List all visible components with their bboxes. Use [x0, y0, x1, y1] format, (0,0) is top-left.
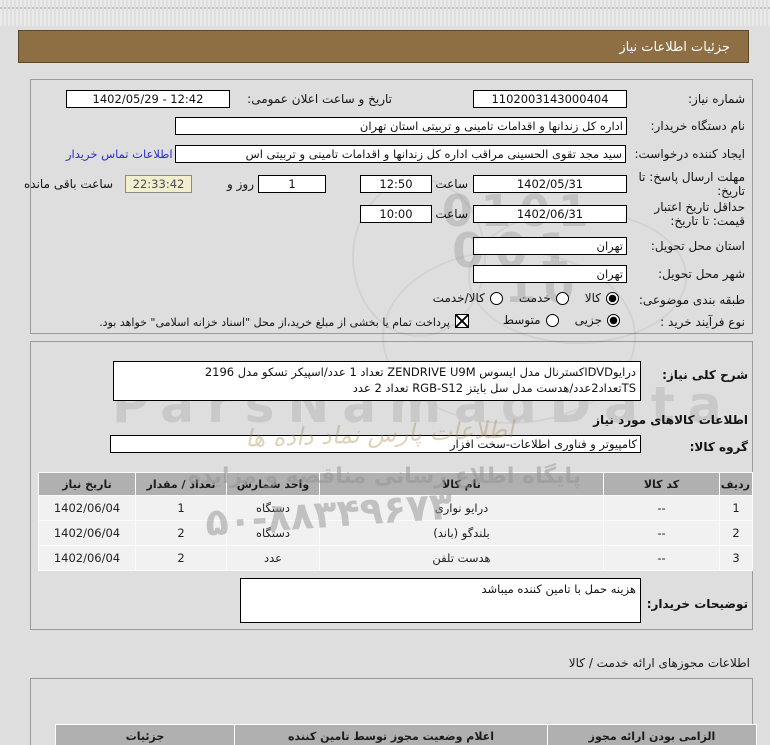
buyer-notes-label: توضیحات خریدار:: [646, 597, 748, 611]
table-row: 2 -- بلندگو (باند) دستگاه 2 1402/06/04: [39, 521, 752, 545]
cell-row-index: 3: [720, 546, 752, 570]
subject-class-radio-group: کالا خدمت کالا/خدمت: [383, 291, 619, 305]
response-deadline-hour-label: ساعت: [435, 177, 468, 191]
column-header: تاریخ نیاز: [39, 473, 135, 495]
buyer-notes-box[interactable]: هزینه حمل با تامین کننده میباشد: [240, 578, 641, 623]
subject-class-label: طبقه بندی موضوعی:: [638, 293, 745, 307]
cell-unit: دستگاه: [227, 521, 319, 545]
radio-option-label: متوسط: [502, 313, 541, 327]
top-texture: [0, 0, 770, 26]
cell-item-code: --: [604, 496, 719, 520]
license-section-title: اطلاعات مجوزهای ارائه خدمت / کالا: [568, 656, 750, 670]
goods-table-header-row: ردیف کد کالا نام کالا واحد شمارش تعداد /…: [39, 473, 752, 495]
days-label: روز و: [227, 177, 254, 191]
cell-item-code: --: [604, 521, 719, 545]
purchase-type-label: نوع فرآیند خرید :: [660, 315, 745, 329]
radio-option-label: جزیی: [574, 313, 602, 327]
radio-checked-icon[interactable]: [607, 313, 620, 327]
cell-row-index: 1: [720, 496, 752, 520]
delivery-province-label: استان محل تحویل:: [650, 239, 745, 253]
radio-option-goods-service[interactable]: کالا/خدمت: [433, 291, 503, 305]
treasury-checkbox-checked-icon[interactable]: [455, 314, 469, 328]
page-title: جزئیات اطلاعات نیاز: [18, 30, 749, 63]
goods-group-label: گروه کالا:: [689, 440, 748, 454]
countdown-label: ساعت باقی مانده: [24, 177, 114, 191]
radio-option-label: کالا/خدمت: [432, 291, 485, 305]
column-header: واحد شمارش: [227, 473, 319, 495]
page: جزئیات اطلاعات نیاز 0101 001 10 ParsNama…: [0, 0, 770, 745]
goods-info-header: اطلاعات کالاهای مورد نیاز: [593, 413, 748, 427]
need-description-box[interactable]: درایوDVDاکسترنال مدل ایسوس ZENDRIVE U9M …: [113, 361, 641, 401]
need-number-label: شماره نیاز:: [688, 92, 745, 106]
column-header: الزامی بودن ارائه مجوز: [548, 725, 756, 745]
cell-item-name: بلندگو (باند): [320, 521, 603, 545]
request-creator-field[interactable]: سید مجد تقوی الحسینی مراقب اداره کل زندا…: [175, 145, 626, 163]
cell-quantity: 2: [136, 521, 226, 545]
radio-option-medium[interactable]: متوسط: [503, 313, 559, 327]
response-deadline-time-field[interactable]: 12:50: [360, 175, 432, 193]
buyer-contact-link[interactable]: اطلاعات تماس خریدار: [66, 147, 173, 161]
purchase-type-radio-group: جزیی متوسط: [478, 313, 620, 327]
price-validity-label: حداقل تاریخ اعتبار قیمت: تا تاریخ:: [654, 200, 745, 228]
announce-datetime-field[interactable]: 1402/05/29 - 12:42: [66, 90, 230, 108]
response-deadline-days-field[interactable]: 1: [258, 175, 326, 193]
cell-need-date: 1402/06/04: [39, 496, 135, 520]
cell-need-date: 1402/06/04: [39, 546, 135, 570]
radio-unchecked-icon[interactable]: [545, 313, 559, 327]
delivery-city-label: شهر محل تحویل:: [658, 267, 745, 281]
need-number-field[interactable]: 1102003143000404: [473, 90, 627, 108]
column-header: تعداد / مقدار: [136, 473, 226, 495]
buyer-org-field[interactable]: اداره کل زندانها و اقدامات تامینی و تربی…: [175, 117, 627, 135]
goods-table: ردیف کد کالا نام کالا واحد شمارش تعداد /…: [38, 472, 753, 571]
column-header: نام کالا: [320, 473, 603, 495]
need-description-label: شرح کلی نیاز:: [662, 368, 748, 382]
cell-need-date: 1402/06/04: [39, 521, 135, 545]
delivery-city-field[interactable]: تهران: [473, 265, 627, 283]
cell-quantity: 1: [136, 496, 226, 520]
cell-quantity: 2: [136, 546, 226, 570]
radio-unchecked-icon[interactable]: [489, 291, 503, 305]
column-header: کد کالا: [604, 473, 719, 495]
announce-datetime-label: تاریخ و ساعت اعلان عمومی:: [247, 92, 392, 106]
top-dotted-divider: [0, 7, 770, 9]
countdown-timer: 22:33:42: [125, 175, 192, 193]
cell-unit: عدد: [227, 546, 319, 570]
need-description-line: TSتعداد2عدد/هدست مدل سل بایتز RGB-S12 تع…: [352, 381, 636, 395]
table-row: 1 -- درایو نواری دستگاه 1 1402/06/04: [39, 496, 752, 520]
column-header: ردیف: [720, 473, 752, 495]
license-table: الزامی بودن ارائه مجوز اعلام وضعیت مجوز …: [55, 724, 757, 745]
column-header: جزئیات: [56, 725, 234, 745]
price-validity-time-field[interactable]: 10:00: [360, 205, 432, 223]
response-deadline-date-field[interactable]: 1402/05/31: [473, 175, 627, 193]
table-row: 3 -- هدست تلفن عدد 2 1402/06/04: [39, 546, 752, 570]
price-validity-date-field[interactable]: 1402/06/31: [473, 205, 627, 223]
request-creator-label: ایجاد کننده درخواست:: [634, 147, 745, 161]
radio-option-label: کالا: [584, 291, 601, 305]
radio-option-goods[interactable]: کالا: [585, 291, 619, 305]
delivery-province-field[interactable]: تهران: [473, 237, 627, 255]
need-description-line: درایوDVDاکسترنال مدل ایسوس ZENDRIVE U9M …: [204, 365, 636, 379]
buyer-notes-text: هزینه حمل با تامین کننده میباشد: [481, 582, 636, 596]
radio-unchecked-icon[interactable]: [555, 291, 569, 305]
cell-item-name: هدست تلفن: [320, 546, 603, 570]
radio-checked-icon[interactable]: [606, 291, 619, 305]
treasury-checkbox-label: پرداخت تمام یا بخشی از مبلغ خرید،از محل …: [99, 316, 450, 329]
radio-option-label: خدمت: [518, 291, 551, 305]
buyer-org-label: نام دستگاه خریدار:: [650, 119, 746, 133]
response-deadline-label: مهلت ارسال پاسخ: تا تاریخ:: [638, 170, 745, 198]
goods-group-field[interactable]: کامپیوتر و فناوری اطلاعات-سخت افزار: [110, 435, 641, 453]
cell-row-index: 2: [720, 521, 752, 545]
license-table-header-row: الزامی بودن ارائه مجوز اعلام وضعیت مجوز …: [56, 725, 756, 745]
cell-unit: دستگاه: [227, 496, 319, 520]
cell-item-name: درایو نواری: [320, 496, 603, 520]
radio-option-service[interactable]: خدمت: [519, 291, 569, 305]
cell-item-code: --: [604, 546, 719, 570]
price-validity-hour-label: ساعت: [435, 207, 468, 221]
radio-option-partial[interactable]: جزیی: [575, 313, 620, 327]
column-header: اعلام وضعیت مجوز توسط تامین کننده: [235, 725, 547, 745]
